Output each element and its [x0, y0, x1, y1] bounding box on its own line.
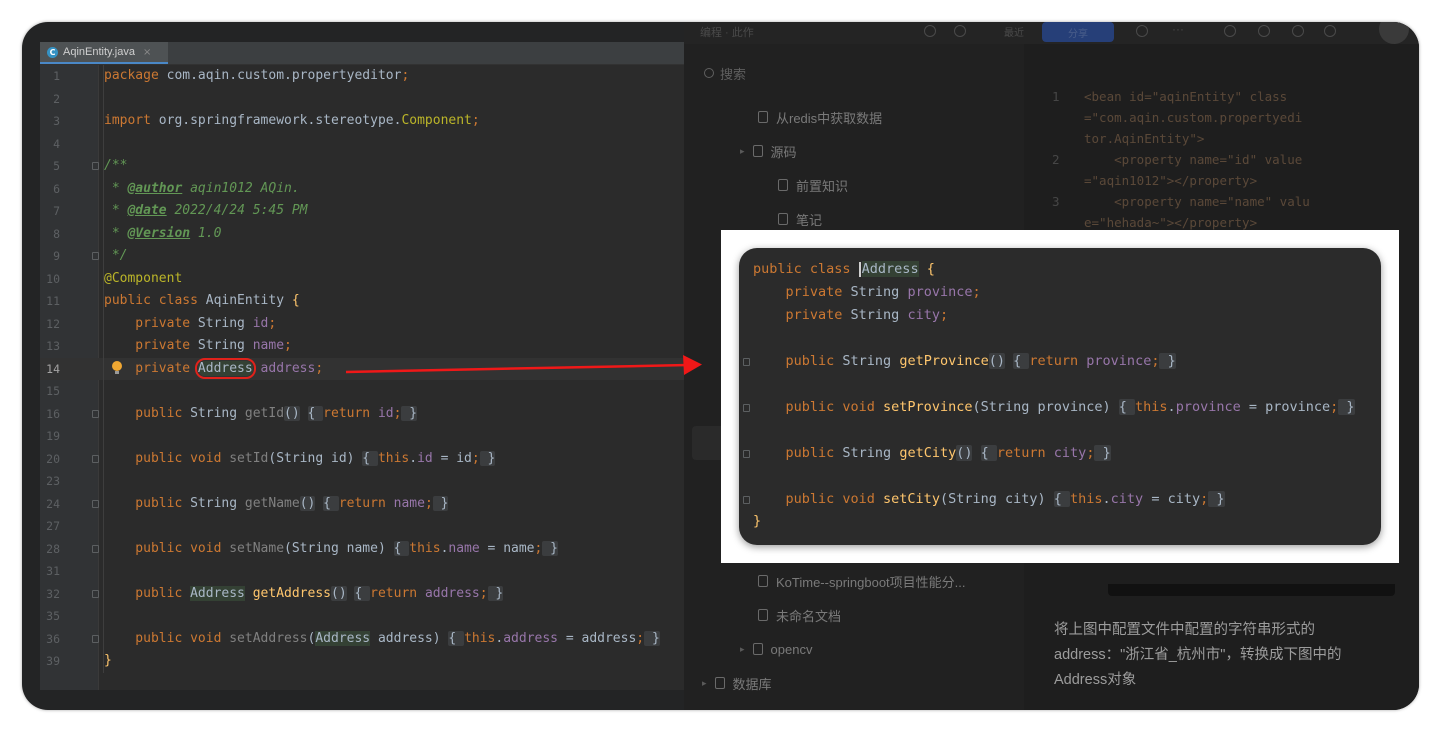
arrow-shaft	[345, 363, 689, 374]
arrow-head	[683, 355, 702, 375]
pointer-arrow	[345, 355, 702, 375]
